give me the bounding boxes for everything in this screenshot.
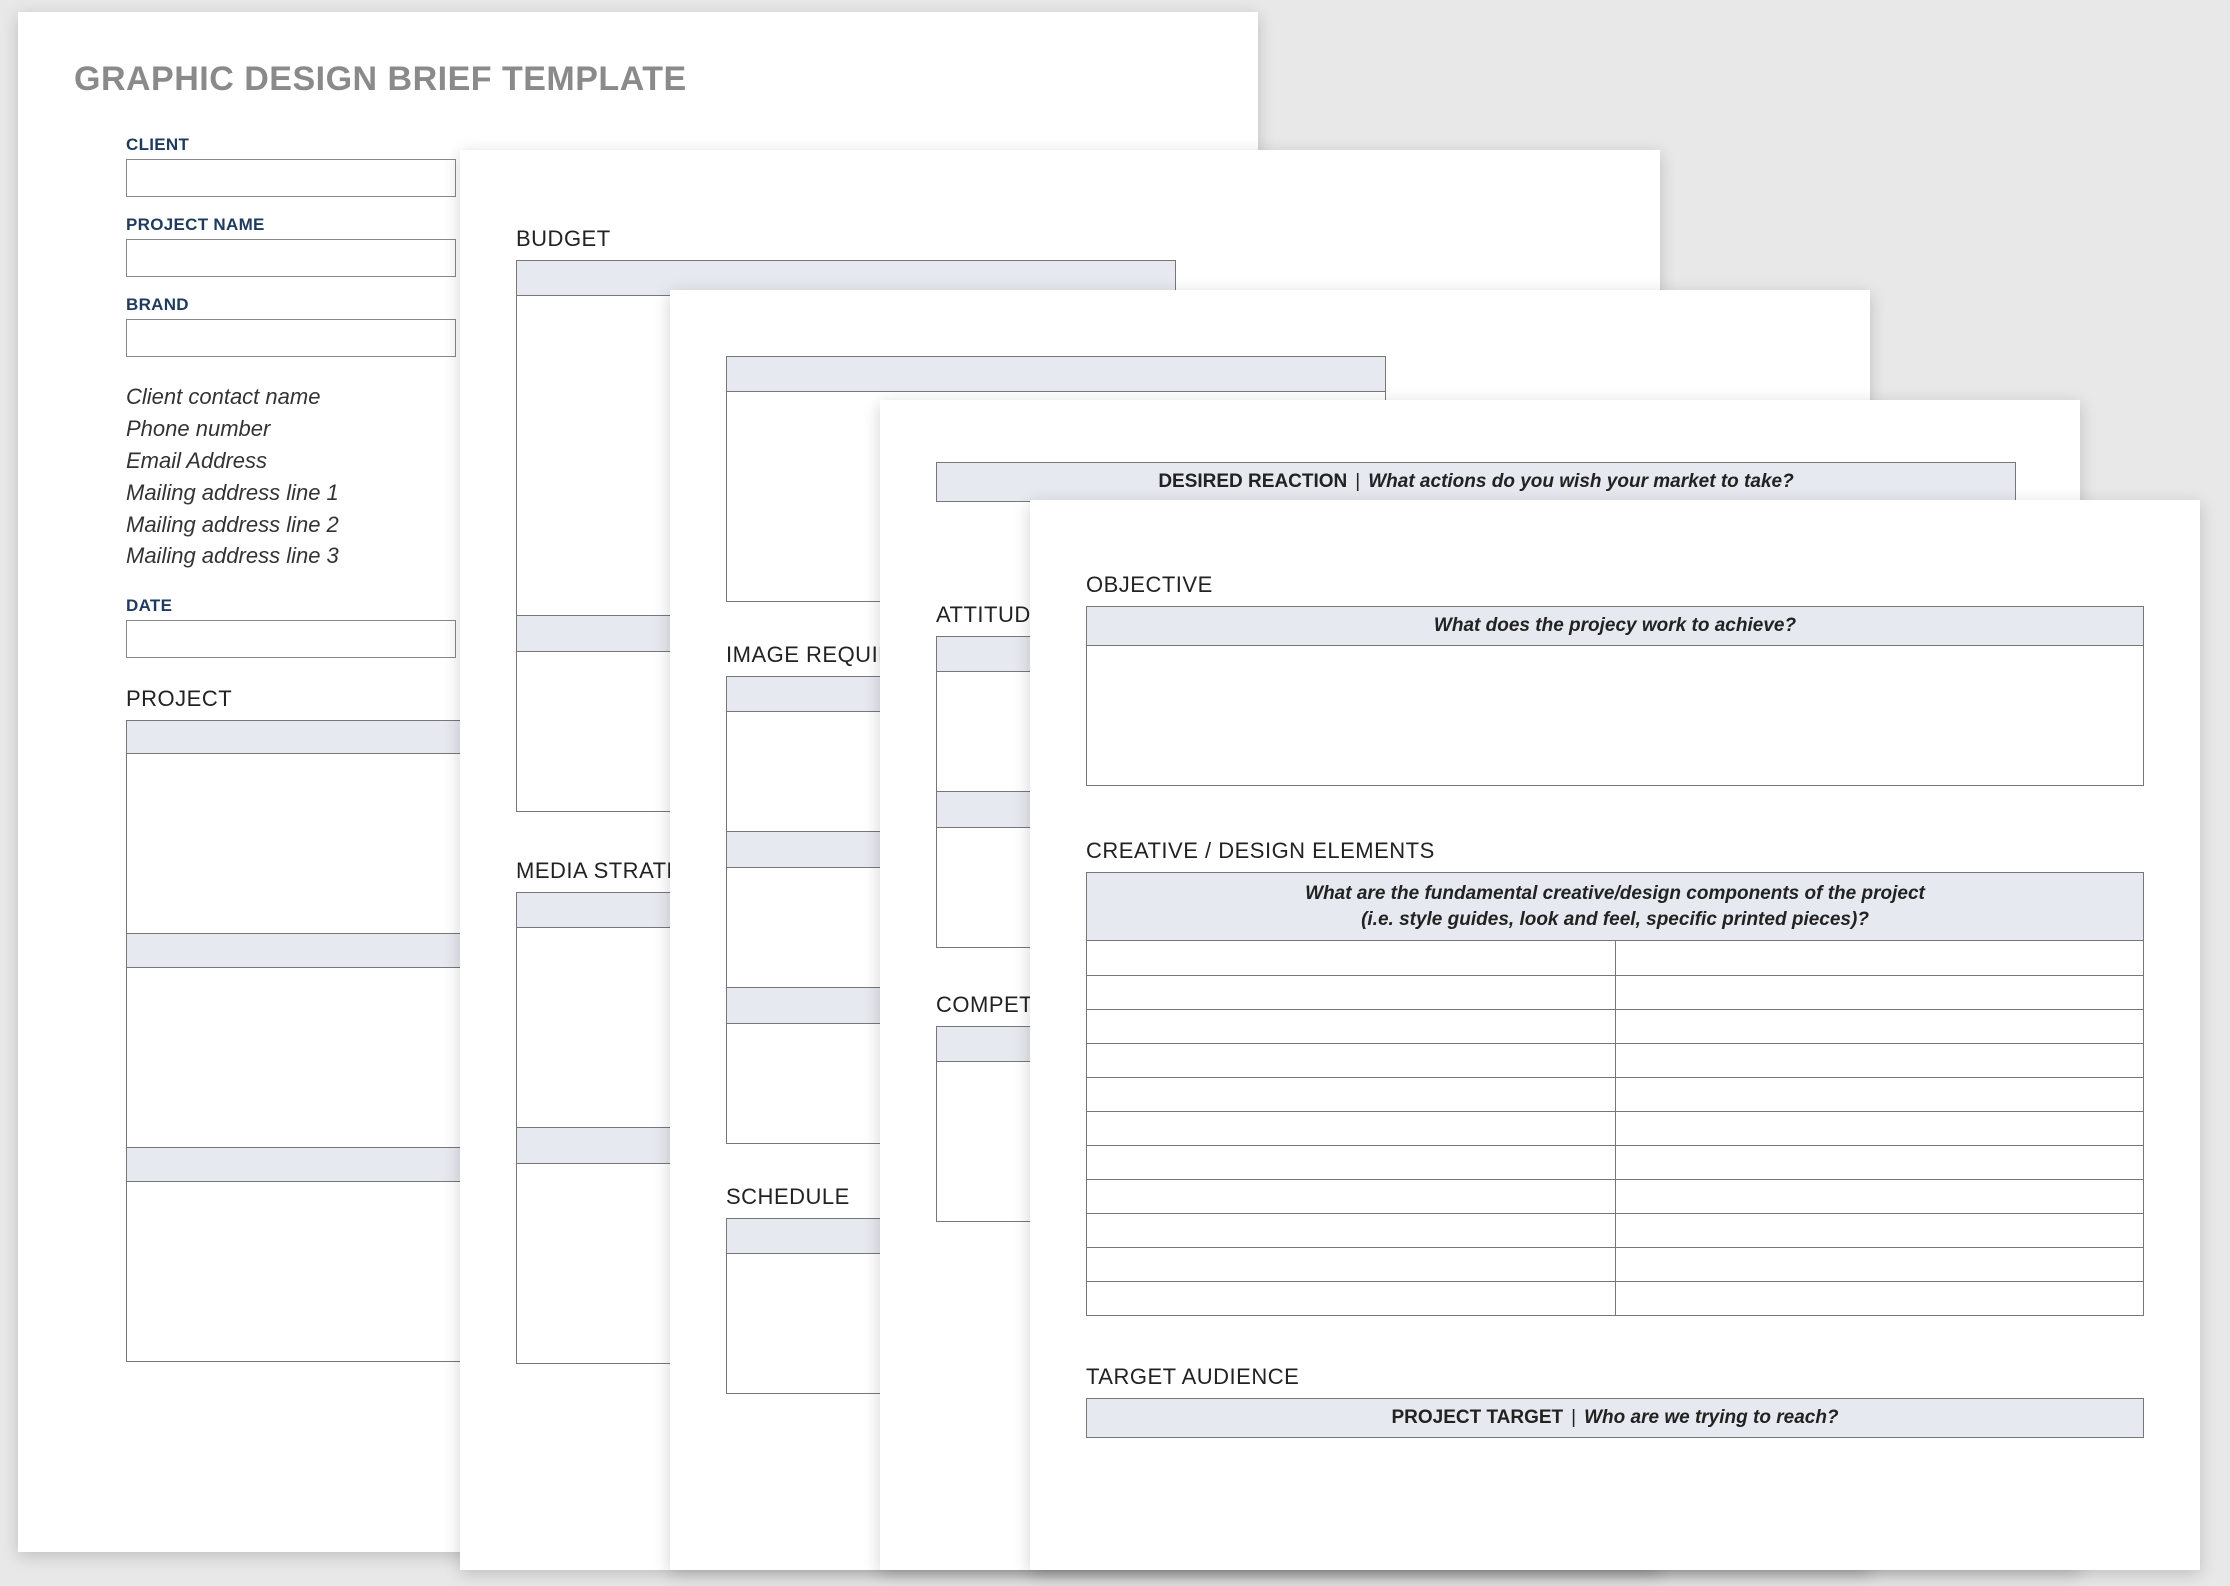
field-box-project-name[interactable]	[126, 239, 456, 277]
creative-cell-left[interactable]	[1087, 1078, 1616, 1111]
target-audience-prompt: Who are we trying to reach?	[1584, 1407, 1838, 1429]
project-subheader-3	[126, 1148, 466, 1182]
target-audience-title: PROJECT TARGET	[1391, 1407, 1563, 1429]
project-body-2[interactable]	[126, 968, 466, 1148]
desired-reaction-bar-partial: DESIRED REACTION | What actions do you w…	[936, 462, 2016, 502]
section-header-objective: OBJECTIVE	[1086, 572, 2144, 598]
creative-prompt-l1: What are the fundamental creative/design…	[1101, 881, 2129, 907]
creative-row[interactable]	[1087, 1043, 2143, 1077]
creative-cell-right[interactable]	[1616, 1146, 2144, 1179]
creative-row[interactable]	[1087, 1281, 2143, 1315]
creative-cell-right[interactable]	[1616, 1282, 2144, 1315]
creative-row[interactable]	[1087, 1179, 2143, 1213]
creative-cell-right[interactable]	[1616, 976, 2144, 1009]
creative-grid[interactable]	[1086, 941, 2144, 1316]
project-subheader-1	[126, 720, 466, 754]
desired-reaction-sep: |	[1355, 471, 1360, 493]
objective-prompt: What does the projecy work to achieve?	[1434, 615, 1796, 637]
field-box-brand[interactable]	[126, 319, 456, 357]
project-box-stack	[126, 720, 466, 1362]
template-page-5: OBJECTIVE What does the projecy work to …	[1030, 500, 2200, 1570]
creative-bar: What are the fundamental creative/design…	[1086, 872, 2144, 941]
target-audience-sep: |	[1571, 1407, 1576, 1429]
creative-cell-left[interactable]	[1087, 1044, 1616, 1077]
document-title: GRAPHIC DESIGN BRIEF TEMPLATE	[74, 60, 1202, 99]
objective-body[interactable]	[1086, 646, 2144, 786]
field-box-client[interactable]	[126, 159, 456, 197]
creative-cell-right[interactable]	[1616, 1010, 2144, 1043]
creative-row[interactable]	[1087, 1077, 2143, 1111]
project-body-3[interactable]	[126, 1182, 466, 1362]
creative-cell-left[interactable]	[1087, 1214, 1616, 1247]
project-subheader-2	[126, 934, 466, 968]
creative-cell-left[interactable]	[1087, 976, 1616, 1009]
desired-reaction-prompt: What actions do you wish your market to …	[1368, 471, 1793, 493]
project-body-1[interactable]	[126, 754, 466, 934]
p3-top-subheader	[726, 356, 1386, 392]
creative-cell-left[interactable]	[1087, 1146, 1616, 1179]
creative-cell-right[interactable]	[1616, 1078, 2144, 1111]
creative-row[interactable]	[1087, 1009, 2143, 1043]
creative-cell-left[interactable]	[1087, 941, 1616, 975]
creative-prompt-l2: (i.e. style guides, look and feel, speci…	[1101, 907, 2129, 933]
creative-row[interactable]	[1087, 1145, 2143, 1179]
objective-bar: What does the projecy work to achieve?	[1086, 606, 2144, 646]
creative-cell-left[interactable]	[1087, 1282, 1616, 1315]
creative-row[interactable]	[1087, 941, 2143, 975]
section-header-budget: BUDGET	[516, 226, 1604, 252]
creative-cell-left[interactable]	[1087, 1010, 1616, 1043]
creative-cell-right[interactable]	[1616, 1214, 2144, 1247]
creative-cell-left[interactable]	[1087, 1248, 1616, 1281]
target-audience-bar: PROJECT TARGET | Who are we trying to re…	[1086, 1398, 2144, 1438]
creative-row[interactable]	[1087, 1213, 2143, 1247]
creative-cell-right[interactable]	[1616, 941, 2144, 975]
desired-reaction-title: DESIRED REACTION	[1158, 471, 1347, 493]
creative-row[interactable]	[1087, 975, 2143, 1009]
creative-cell-right[interactable]	[1616, 1180, 2144, 1213]
creative-cell-right[interactable]	[1616, 1112, 2144, 1145]
section-header-target-audience: TARGET AUDIENCE	[1086, 1364, 2144, 1390]
creative-cell-right[interactable]	[1616, 1044, 2144, 1077]
section-header-creative: CREATIVE / DESIGN ELEMENTS	[1086, 838, 2144, 864]
creative-row[interactable]	[1087, 1247, 2143, 1281]
creative-cell-right[interactable]	[1616, 1248, 2144, 1281]
field-box-date[interactable]	[126, 620, 456, 658]
creative-cell-left[interactable]	[1087, 1112, 1616, 1145]
creative-row[interactable]	[1087, 1111, 2143, 1145]
creative-cell-left[interactable]	[1087, 1180, 1616, 1213]
